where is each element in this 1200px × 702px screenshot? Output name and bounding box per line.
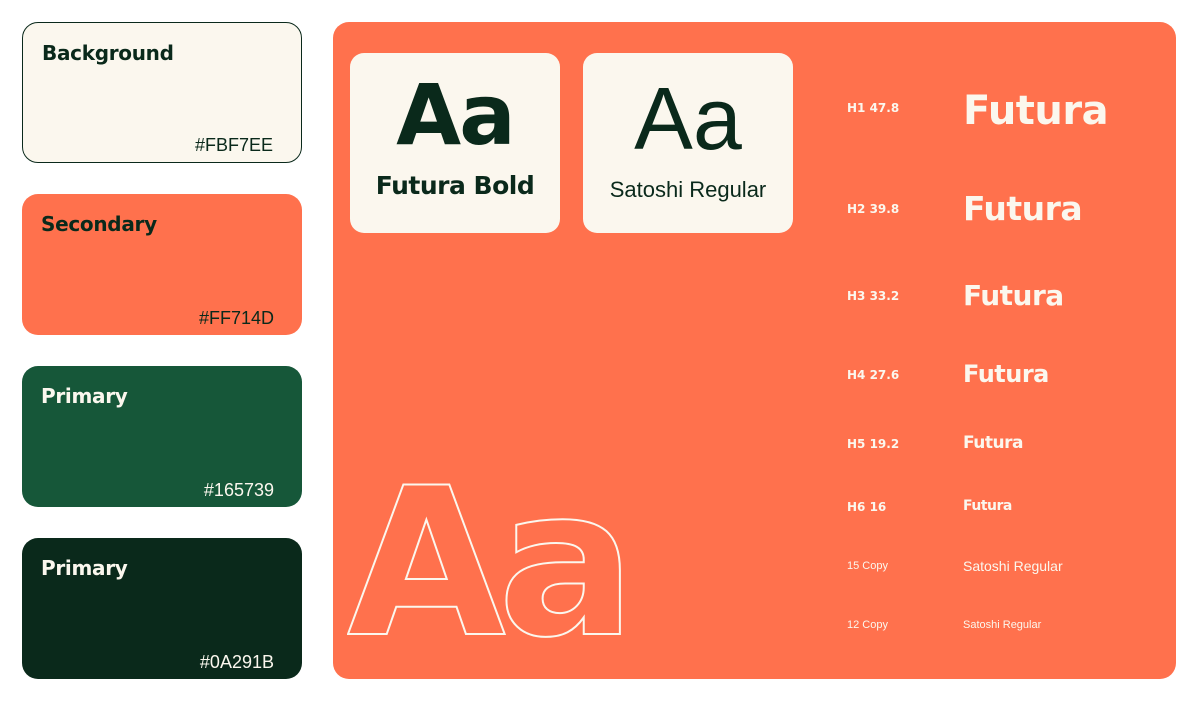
scale-sample: Futura bbox=[963, 88, 1109, 134]
scale-sample: Futura bbox=[963, 433, 1023, 453]
swatch-hex: #FBF7EE bbox=[194, 135, 273, 155]
scale-tag: H1 47.8 bbox=[847, 101, 900, 115]
scale-tag: H2 39.8 bbox=[847, 202, 900, 216]
font-sample-regular: Aa bbox=[634, 69, 742, 168]
swatch-hex: #FF714D bbox=[198, 308, 274, 328]
scale-sample: Satoshi Regular bbox=[963, 558, 1063, 574]
swatch-primary-dark: Primary #0A291B bbox=[22, 538, 302, 679]
swatch-name: Secondary bbox=[41, 212, 157, 236]
font-sample-bold: Aa bbox=[396, 66, 516, 164]
swatch-background: Background #FBF7EE bbox=[22, 22, 302, 163]
swatch-hex: #0A291B bbox=[199, 652, 274, 672]
swatch-hex: #165739 bbox=[203, 480, 274, 500]
typography-panel: Aa Futura Bold Aa Satoshi Regular Aa H1 … bbox=[333, 22, 1176, 679]
scale-sample: Futura bbox=[963, 498, 1012, 514]
outline-sample: Aa bbox=[347, 480, 637, 640]
scale-tag: 15 Copy bbox=[847, 560, 888, 572]
font-label-regular: Satoshi Regular bbox=[609, 177, 767, 202]
scale-sample: Futura bbox=[963, 360, 1049, 388]
swatch-name: Background bbox=[42, 41, 174, 65]
scale-tag: H6 16 bbox=[847, 500, 887, 514]
scale-sample: Futura bbox=[963, 279, 1064, 312]
swatch-secondary: Secondary #FF714D bbox=[22, 194, 302, 335]
scale-tag: H5 19.2 bbox=[847, 437, 900, 451]
swatch-name: Primary bbox=[41, 384, 128, 408]
font-label-bold: Futura Bold bbox=[375, 171, 535, 200]
font-card-bold: Aa Futura Bold bbox=[350, 53, 560, 233]
scale-tag: H4 27.6 bbox=[847, 368, 900, 382]
scale-sample: Satoshi Regular bbox=[963, 619, 1042, 631]
font-card-regular: Aa Satoshi Regular bbox=[583, 53, 793, 233]
scale-tag: H3 33.2 bbox=[847, 289, 900, 303]
swatch-primary: Primary #165739 bbox=[22, 366, 302, 507]
scale-tag: 12 Copy bbox=[847, 619, 888, 631]
outline-aa-text: Aa bbox=[347, 480, 628, 640]
scale-sample: Futura bbox=[963, 189, 1083, 228]
swatch-name: Primary bbox=[41, 556, 128, 580]
